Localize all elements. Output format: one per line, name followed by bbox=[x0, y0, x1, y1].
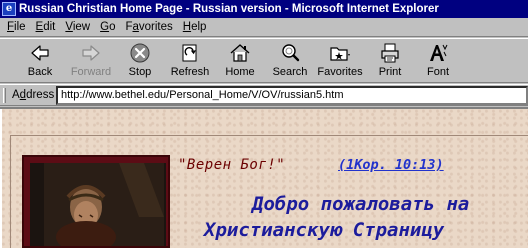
forward-label: Forward bbox=[70, 66, 112, 78]
address-mnemonic: d bbox=[19, 89, 27, 101]
page-body: "Верен Бог!" (1Кор. 10:13) Добро пожалов… bbox=[2, 109, 528, 248]
refresh-icon bbox=[182, 44, 197, 62]
favorites-button[interactable]: Favorites bbox=[316, 41, 364, 81]
refresh-label: Refresh bbox=[170, 66, 210, 78]
stop-label: Stop bbox=[128, 66, 152, 78]
menu-bar: File Edit View Go Favorites Help bbox=[0, 18, 528, 37]
browser-content: "Верен Бог!" (1Кор. 10:13) Добро пожалов… bbox=[0, 107, 528, 248]
menu-edit[interactable]: Edit bbox=[31, 21, 61, 33]
ie-icon: e bbox=[2, 2, 16, 16]
welcome-heading-line2: Христианскую Страницу bbox=[204, 219, 445, 241]
verse-reference-link[interactable]: (1Кор. 10:13) bbox=[338, 157, 444, 173]
stop-button[interactable]: Stop bbox=[122, 41, 158, 81]
welcome-heading-line1: Добро пожаловать на bbox=[252, 193, 470, 215]
back-arrow-icon bbox=[31, 45, 49, 61]
forward-arrow-icon bbox=[82, 45, 100, 61]
search-label: Search bbox=[272, 66, 308, 78]
printer-icon bbox=[381, 43, 399, 63]
refresh-button[interactable]: Refresh bbox=[168, 41, 212, 81]
search-button[interactable]: Search bbox=[268, 41, 312, 81]
menu-help[interactable]: Help bbox=[178, 21, 212, 33]
back-label: Back bbox=[27, 66, 53, 78]
address-grip[interactable] bbox=[3, 88, 6, 103]
menu-go[interactable]: Go bbox=[95, 21, 120, 33]
menu-file[interactable]: File bbox=[2, 21, 31, 33]
print-label: Print bbox=[378, 66, 402, 78]
forward-button[interactable]: Forward bbox=[66, 41, 116, 81]
favorites-folder-icon bbox=[330, 47, 350, 61]
home-button[interactable]: Home bbox=[220, 41, 260, 81]
address-label: Address bbox=[12, 89, 55, 101]
title-bar: e Russian Christian Home Page - Russian … bbox=[0, 0, 528, 18]
verse-quote: "Верен Бог!" bbox=[178, 157, 286, 173]
window-title: Russian Christian Home Page - Russian ve… bbox=[19, 3, 439, 15]
print-button[interactable]: Print bbox=[372, 41, 408, 81]
home-icon bbox=[230, 44, 250, 62]
font-button[interactable]: Font bbox=[420, 41, 456, 81]
menu-view[interactable]: View bbox=[60, 21, 95, 33]
address-input[interactable]: http://www.bethel.edu/Personal_Home/V/OV… bbox=[56, 86, 528, 105]
font-icon bbox=[430, 44, 448, 61]
search-icon bbox=[282, 44, 300, 62]
address-bar: Address http://www.bethel.edu/Personal_H… bbox=[0, 84, 528, 106]
menu-favorites[interactable]: Favorites bbox=[120, 21, 177, 33]
back-button[interactable]: Back bbox=[22, 41, 58, 81]
stop-icon bbox=[130, 43, 150, 63]
jesus-cross-painting bbox=[22, 155, 170, 248]
home-label: Home bbox=[225, 66, 255, 78]
toolbar: Back Forward Stop Refresh Home Search Fa… bbox=[0, 38, 528, 83]
favorites-label: Favorites bbox=[317, 66, 363, 78]
font-label: Font bbox=[426, 66, 449, 78]
